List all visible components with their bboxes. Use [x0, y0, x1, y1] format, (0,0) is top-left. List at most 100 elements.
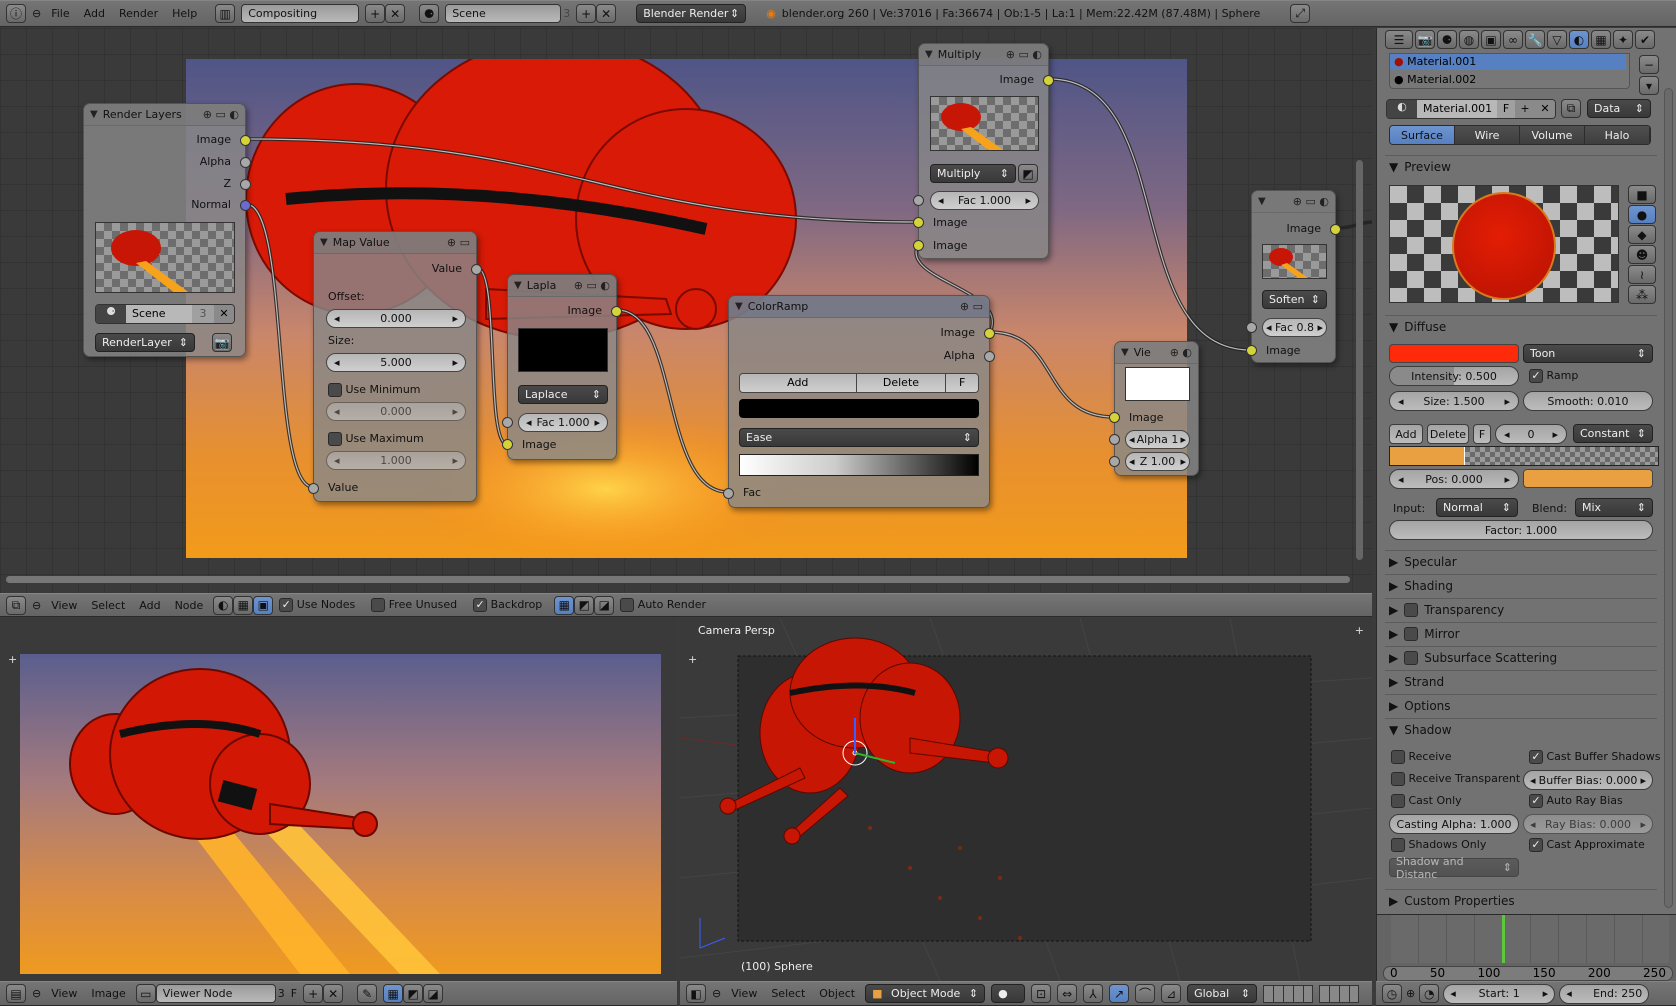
ramp-flip-button[interactable]: F: [1473, 424, 1491, 444]
ray-bias-field[interactable]: ◂ Ray Bias: 0.000 ▸: [1523, 814, 1653, 834]
material-name-field[interactable]: Material.001: [1417, 100, 1497, 118]
texture-nodes-icon[interactable]: ▦: [233, 595, 254, 615]
ramp-stop-color-swatch[interactable]: [1523, 469, 1653, 488]
node-header[interactable]: ▼ ⊕ ▭ ◐: [1252, 191, 1335, 213]
collapse-triangle-icon[interactable]: ▼: [90, 109, 98, 120]
properties-scrollbar[interactable]: [1664, 88, 1673, 908]
modifiers-tab-icon[interactable]: 🔧: [1525, 30, 1545, 49]
socket-z-in[interactable]: [1109, 456, 1120, 467]
socket-z-out[interactable]: [240, 179, 251, 190]
fac-field[interactable]: ◂ Fac 1.000 ▸: [930, 191, 1039, 210]
preview-monkey-icon[interactable]: ☻: [1628, 245, 1656, 264]
node-viewer[interactable]: ▼ Vie ⊕ ◐ Image ◂ Alpha 1 ▸ ◂ Z 1.00 ▸: [1109, 341, 1199, 476]
socket-image-out[interactable]: [240, 135, 251, 146]
auto-render-checkbox[interactable]: Auto Render: [620, 598, 706, 612]
arrow-right-icon[interactable]: ▸: [1552, 428, 1558, 441]
fac-field[interactable]: ◂ Fac 0.8 ▸: [1262, 318, 1327, 337]
z-field[interactable]: ◂ Z 1.00 ▸: [1125, 452, 1190, 471]
new-material-icon[interactable]: +: [1515, 100, 1535, 118]
arrow-right-icon[interactable]: ▸: [1025, 194, 1031, 207]
arrow-left-icon[interactable]: ◂: [938, 194, 944, 207]
arrow-left-icon[interactable]: ◂: [334, 356, 340, 369]
mode-dropdown[interactable]: ■ Object Mode ⇕: [865, 984, 986, 1003]
tab-wire[interactable]: Wire: [1455, 126, 1520, 144]
delete-stop-button[interactable]: Delete: [856, 374, 947, 392]
draw-color-alpha-icon[interactable]: ▦: [383, 984, 404, 1003]
node-header-icons[interactable]: ⊕ ▭: [447, 236, 470, 249]
material-tab-icon[interactable]: ◐: [1569, 30, 1589, 49]
socket-image2-in[interactable]: [913, 240, 924, 251]
socket-image-out[interactable]: [984, 328, 995, 339]
menu-image[interactable]: Image: [87, 987, 129, 1000]
filter-type-dropdown[interactable]: Soften ⇕: [1262, 290, 1327, 309]
menu-select[interactable]: Select: [767, 987, 809, 1000]
ramp-stop-color[interactable]: [1390, 447, 1465, 465]
unlink-image-icon[interactable]: ✕: [323, 984, 344, 1003]
transform-manipulator-icon[interactable]: ⅄: [1083, 984, 1104, 1003]
tab-volume[interactable]: Volume: [1520, 126, 1585, 144]
menu-help[interactable]: Help: [168, 7, 201, 20]
ramp-index-field[interactable]: ◂ 0 ▸: [1495, 424, 1567, 444]
scene-tab-icon[interactable]: ⚈: [1437, 30, 1457, 49]
cast-approximate-checkbox[interactable]: ✓ Cast Approximate: [1529, 838, 1645, 852]
add-scene-icon[interactable]: +: [576, 4, 597, 23]
panel-shadow[interactable]: ▼ Shadow: [1385, 718, 1657, 741]
buffer-bias-field[interactable]: ◂ Buffer Bias: 0.000 ▸: [1523, 770, 1653, 790]
node-map-value[interactable]: ▼ Map Value ⊕ ▭ Value Offset: ◂ 0.000 ▸ Size…: [308, 231, 482, 502]
link-icon[interactable]: ⧉: [1561, 99, 1581, 118]
draw-color-icon[interactable]: ◩: [403, 984, 424, 1003]
use-nodes-checkbox[interactable]: ✓ Use Nodes: [279, 598, 355, 612]
socket-alpha-in[interactable]: [1109, 434, 1120, 445]
scene-field[interactable]: Scene: [445, 4, 562, 23]
editor-type-node-icon[interactable]: ⧉: [6, 595, 26, 615]
node-header-icons[interactable]: ⊕ ◐: [1170, 346, 1192, 359]
socket-alpha-out[interactable]: [240, 157, 251, 168]
enable-checkbox[interactable]: [1404, 627, 1419, 641]
socket-fac-in[interactable]: [723, 488, 734, 499]
backdrop-color-alpha-icon[interactable]: ▦: [554, 595, 575, 615]
ramp-pos-field[interactable]: ◂ Pos: 0.000 ▸: [1389, 469, 1519, 489]
size-field[interactable]: ◂ 5.000 ▸: [326, 353, 466, 372]
arrow-right-icon[interactable]: ▸: [1180, 433, 1186, 446]
socket-image-out[interactable]: [1043, 75, 1054, 86]
tab-surface[interactable]: Surface: [1390, 126, 1455, 144]
node-header[interactable]: ▼ Lapla ⊕ ▭ ◐: [508, 275, 616, 297]
ramp-blend-dropdown[interactable]: Mix ⇕: [1575, 498, 1653, 517]
pivot-icon[interactable]: ⊡: [1031, 984, 1052, 1003]
timeline-ruler[interactable]: 0 50 100 150 200 250: [1383, 966, 1673, 981]
arrow-left-icon[interactable]: ◂: [1129, 455, 1135, 468]
rotate-icon[interactable]: ⌒: [1135, 984, 1156, 1003]
node-header[interactable]: ▼ Multiply ⊕ ▭ ◐: [919, 44, 1048, 66]
toon-smooth-slider[interactable]: Smooth: 0.010: [1523, 391, 1653, 411]
node-header-icons[interactable]: ⊕ ▭ ◐: [1293, 195, 1329, 208]
editor-type-3d-icon[interactable]: ◧: [686, 984, 706, 1003]
arrow-left-icon[interactable]: ◂: [1266, 321, 1272, 334]
editor-type-timeline-icon[interactable]: ◷: [1382, 984, 1402, 1003]
shading-dropdown[interactable]: ●: [991, 984, 1026, 1003]
translate-icon[interactable]: ↗: [1109, 984, 1130, 1003]
node-render-layers[interactable]: ▼ Render Layers ⊕ ▭ ◐ Image Alpha Z Normal…: [83, 103, 251, 357]
cast-only-checkbox[interactable]: Cast Only: [1391, 794, 1462, 808]
image-editor[interactable]: +: [0, 618, 677, 981]
socket-value-in[interactable]: [308, 483, 319, 494]
collapse-triangle-icon[interactable]: ▼: [320, 237, 328, 248]
node-header-icons[interactable]: ⊕ ▭ ◐: [1006, 48, 1042, 61]
node-header[interactable]: ▼ Map Value ⊕ ▭: [314, 232, 476, 254]
unlink-material-icon[interactable]: ✕: [1535, 100, 1555, 118]
world-tab-icon[interactable]: ◍: [1459, 30, 1479, 49]
socket-image-in[interactable]: [502, 439, 513, 450]
scene-icon[interactable]: ⚈: [419, 4, 440, 23]
screen-layout-icon[interactable]: ▥: [215, 4, 236, 23]
arrow-right-icon[interactable]: ▸: [1504, 395, 1510, 408]
material-browse-icon[interactable]: ◐: [1387, 100, 1417, 118]
backdrop-alpha-icon[interactable]: ◪: [594, 595, 615, 615]
editor-type-image-icon[interactable]: ▤: [6, 984, 26, 1003]
preview-hair-icon[interactable]: ≀: [1628, 265, 1656, 284]
socket-normal-out[interactable]: [240, 200, 251, 211]
image-browse-icon[interactable]: ▭: [135, 984, 156, 1003]
node-soften-filter[interactable]: ▼ ⊕ ▭ ◐ Image Soften ⇕ ◂ Fac 0.8 ▸ Image: [1246, 190, 1341, 363]
render-layer-camera-icon[interactable]: 📷: [212, 333, 232, 352]
blend-type-dropdown[interactable]: Multiply ⇕: [930, 164, 1016, 183]
render-engine-dropdown[interactable]: Blender Render ⇕: [636, 4, 747, 23]
intensity-slider[interactable]: Intensity: 0.500: [1389, 366, 1519, 386]
